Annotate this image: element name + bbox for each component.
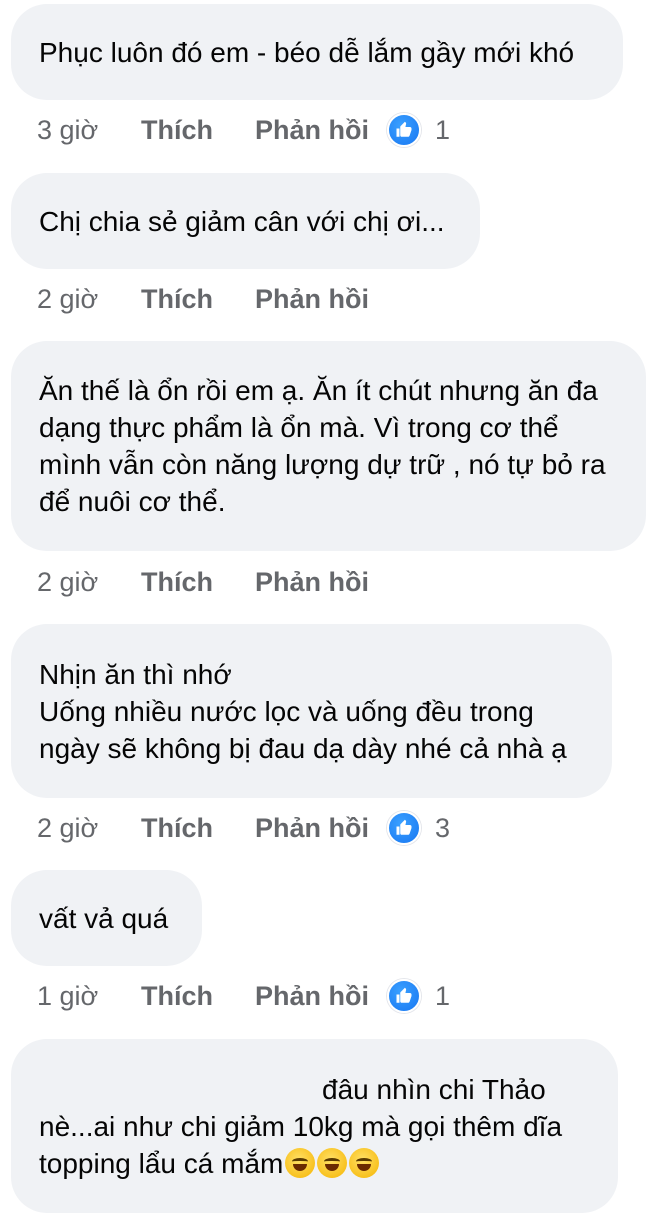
reaction-count: 1 bbox=[435, 980, 451, 1011]
comment-line: nè...ai như chi giảm 10kg mà gọi thêm dĩ… bbox=[39, 1110, 563, 1142]
like-icon bbox=[387, 979, 421, 1013]
comment-bubble: Ăn thế là ổn rồi em ạ. Ăn ít chút nhưng … bbox=[11, 341, 646, 551]
comment-actions: 1 giờ Thích Phản hồi 1 bbox=[37, 976, 450, 1016]
reaction-summary[interactable]: 1 bbox=[387, 113, 450, 147]
comment-line: đâu nhìn chi Thảo bbox=[322, 1073, 546, 1105]
comment-bubble: Chị chia sẻ giảm cân với chị ơi... bbox=[11, 173, 480, 269]
rolling-on-floor-laughing-emoji-icon bbox=[349, 1147, 380, 1178]
comment-text: Ăn thế là ổn rồi em ạ. Ăn ít chút nhưng … bbox=[39, 375, 606, 517]
comment-time[interactable]: 1 giờ bbox=[37, 981, 141, 1012]
comment-bubble: vất vả quá bbox=[11, 870, 202, 966]
reply-button[interactable]: Phản hồi bbox=[255, 115, 369, 146]
reply-button[interactable]: Phản hồi bbox=[255, 284, 369, 315]
comment-actions: 3 giờ Thích Phản hồi 1 bbox=[37, 110, 450, 150]
comment-text: đâu nhìn chi Thảo nè...ai như chi giảm 1… bbox=[39, 1071, 562, 1182]
comment-text: Nhịn ăn thì nhớ Uống nhiều nước lọc và u… bbox=[39, 658, 567, 764]
comment-line-text: topping lẩu cá mắm bbox=[39, 1147, 284, 1179]
comment-bubble: Phục luôn đó em - béo dễ lắm gầy mới khó bbox=[11, 4, 623, 100]
reaction-count: 3 bbox=[435, 812, 451, 843]
reaction-summary[interactable]: 1 bbox=[387, 979, 450, 1013]
comment-actions: 2 giờ Thích Phản hồi 3 bbox=[37, 808, 450, 848]
comment-time[interactable]: 2 giờ bbox=[37, 567, 141, 598]
rolling-on-floor-laughing-emoji-icon bbox=[285, 1147, 316, 1178]
like-icon bbox=[387, 113, 421, 147]
comment-line: topping lẩu cá mắm bbox=[39, 1145, 562, 1182]
comment-text: Chị chia sẻ giảm cân với chị ơi... bbox=[39, 205, 445, 237]
like-button[interactable]: Thích bbox=[141, 284, 255, 315]
reaction-count: 1 bbox=[435, 114, 451, 145]
comment-bubble: đâu nhìn chi Thảo nè...ai như chi giảm 1… bbox=[11, 1039, 618, 1213]
like-button[interactable]: Thích bbox=[141, 813, 255, 844]
like-button[interactable]: Thích bbox=[141, 981, 255, 1012]
comment-actions: 2 giờ Thích Phản hồi bbox=[37, 279, 369, 319]
reply-button[interactable]: Phản hồi bbox=[255, 981, 369, 1012]
like-button[interactable]: Thích bbox=[141, 115, 255, 146]
comment-text: Phục luôn đó em - béo dễ lắm gầy mới khó bbox=[39, 36, 575, 68]
comment-time[interactable]: 3 giờ bbox=[37, 115, 141, 146]
like-button[interactable]: Thích bbox=[141, 567, 255, 598]
like-icon bbox=[387, 811, 421, 845]
comment-text: vất vả quá bbox=[39, 902, 169, 934]
comment-actions: 2 giờ Thích Phản hồi bbox=[37, 562, 369, 602]
rolling-on-floor-laughing-emoji-icon bbox=[317, 1147, 348, 1178]
comment-bubble: Nhịn ăn thì nhớ Uống nhiều nước lọc và u… bbox=[11, 624, 612, 798]
reply-button[interactable]: Phản hồi bbox=[255, 567, 369, 598]
reaction-summary[interactable]: 3 bbox=[387, 811, 450, 845]
comment-time[interactable]: 2 giờ bbox=[37, 284, 141, 315]
comment-time[interactable]: 2 giờ bbox=[37, 813, 141, 844]
reply-button[interactable]: Phản hồi bbox=[255, 813, 369, 844]
